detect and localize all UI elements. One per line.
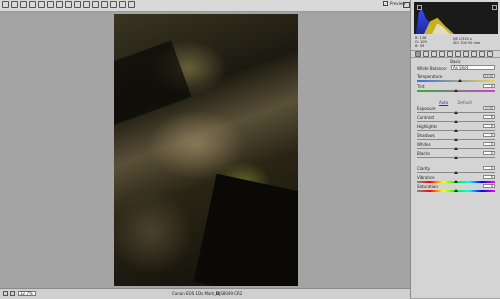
- tab-snapshots-icon[interactable]: [487, 51, 493, 57]
- rotate-cw-icon[interactable]: [128, 1, 135, 8]
- fullscreen-icon[interactable]: [403, 2, 410, 8]
- tool-icons: [2, 1, 135, 8]
- temperature-slider[interactable]: Temperature 5100: [417, 74, 495, 83]
- highlights-value[interactable]: 0: [483, 124, 495, 128]
- contrast-label: Contrast: [417, 115, 435, 120]
- vibrance-thumb[interactable]: [454, 180, 458, 183]
- contrast-value[interactable]: 0: [483, 115, 495, 119]
- exposure-value[interactable]: 0.00: [483, 106, 495, 110]
- tab-detail-icon[interactable]: [431, 51, 437, 57]
- zoom-in-button[interactable]: [10, 291, 15, 296]
- temperature-value[interactable]: 5100: [483, 74, 495, 78]
- tab-camera-calibration-icon[interactable]: [471, 51, 477, 57]
- highlights-thumb[interactable]: [454, 129, 458, 132]
- temperature-label: Temperature: [417, 74, 443, 79]
- adjustments-panel: R: 138 G: 109 B: 59 f/8 1/320 s ISO 100 …: [410, 0, 500, 298]
- tab-basic-icon[interactable]: [415, 51, 421, 57]
- highlight-clipping-icon[interactable]: [492, 5, 497, 10]
- hand-icon[interactable]: [11, 1, 18, 8]
- vibrance-label: Vibrance: [417, 175, 435, 180]
- temperature-track[interactable]: [417, 80, 495, 82]
- rotate-ccw-icon[interactable]: [119, 1, 126, 8]
- shadows-thumb[interactable]: [454, 138, 458, 141]
- saturation-slider[interactable]: Saturation 0: [417, 184, 495, 193]
- histogram: [414, 2, 498, 34]
- rgb-readout: R: 138 G: 109 B: 59 f/8 1/320 s ISO 100 …: [415, 36, 497, 48]
- contrast-thumb[interactable]: [454, 120, 458, 123]
- b-value: B: 59: [415, 44, 425, 48]
- whites-label: Whites: [417, 142, 431, 147]
- file-name: _DJS8049.CR2: [214, 291, 243, 296]
- camera-model: Canon EOS 1Ds Mark III: [172, 291, 220, 296]
- blacks-slider[interactable]: Blacks 0: [417, 151, 495, 160]
- zoom-level-select[interactable]: 32.7%: [18, 291, 36, 296]
- crop-icon[interactable]: [47, 1, 54, 8]
- white-balance-label: White Balance:: [417, 66, 448, 71]
- shadow-clipping-icon[interactable]: [417, 5, 422, 10]
- tint-thumb[interactable]: [454, 89, 458, 92]
- color-sampler-icon[interactable]: [29, 1, 36, 8]
- status-bar: 32.7% Canon EOS 1Ds Mark III _DJS8049.CR…: [0, 288, 410, 299]
- shadows-slider[interactable]: Shadows 0: [417, 133, 495, 142]
- saturation-label: Saturation: [417, 184, 438, 189]
- auto-default-links: Auto Default: [411, 100, 500, 105]
- shadows-value[interactable]: 0: [483, 133, 495, 137]
- blacks-label: Blacks: [417, 151, 430, 156]
- preview-image[interactable]: [114, 14, 298, 286]
- temperature-thumb[interactable]: [457, 79, 462, 82]
- tab-tone-curve-icon[interactable]: [423, 51, 429, 57]
- clarity-value[interactable]: 0: [483, 166, 495, 170]
- clarity-thumb[interactable]: [454, 171, 458, 174]
- tint-label: Tint: [417, 84, 425, 89]
- auto-button[interactable]: Auto: [439, 100, 448, 105]
- tab-lens-icon[interactable]: [455, 51, 461, 57]
- straighten-icon[interactable]: [56, 1, 63, 8]
- zoom-out-button[interactable]: [3, 291, 8, 296]
- tab-effects-icon[interactable]: [463, 51, 469, 57]
- exposure-thumb[interactable]: [454, 111, 458, 114]
- clarity-slider[interactable]: Clarity 0: [417, 166, 495, 175]
- tint-slider[interactable]: Tint 0: [417, 84, 495, 93]
- red-eye-icon[interactable]: [74, 1, 81, 8]
- tab-hsl-icon[interactable]: [439, 51, 445, 57]
- target-adjust-icon[interactable]: [38, 1, 45, 8]
- highlights-label: Highlights: [417, 124, 438, 129]
- section-title: Basic: [450, 59, 461, 64]
- preview-checkbox[interactable]: ✓: [383, 1, 388, 6]
- contrast-slider[interactable]: Contrast 0: [417, 115, 495, 124]
- adjustment-brush-icon[interactable]: [83, 1, 90, 8]
- graduated-filter-icon[interactable]: [92, 1, 99, 8]
- saturation-thumb[interactable]: [454, 189, 458, 192]
- rgb-values: R: 138 G: 109 B: 59: [415, 36, 427, 48]
- exposure-slider[interactable]: Exposure 0.00: [417, 106, 495, 115]
- white-balance-select[interactable]: As Shot: [451, 65, 495, 70]
- blacks-value[interactable]: 0: [483, 151, 495, 155]
- clarity-label: Clarity: [417, 166, 431, 171]
- spot-removal-icon[interactable]: [65, 1, 72, 8]
- white-balance-icon[interactable]: [20, 1, 27, 8]
- default-button[interactable]: Default: [457, 100, 472, 105]
- vibrance-slider[interactable]: Vibrance 0: [417, 175, 495, 184]
- radial-filter-icon[interactable]: [101, 1, 108, 8]
- blacks-thumb[interactable]: [454, 156, 458, 159]
- tab-split-toning-icon[interactable]: [447, 51, 453, 57]
- whites-slider[interactable]: Whites 0: [417, 142, 495, 151]
- vibrance-value[interactable]: 0: [483, 175, 495, 179]
- exposure-label: Exposure: [417, 106, 436, 111]
- image-shadow-region: [193, 173, 298, 286]
- highlights-slider[interactable]: Highlights 0: [417, 124, 495, 133]
- preferences-icon[interactable]: [110, 1, 117, 8]
- exif-iso-focal: ISO 100 50 mm: [453, 41, 481, 45]
- shadows-label: Shadows: [417, 133, 435, 138]
- whites-value[interactable]: 0: [483, 142, 495, 146]
- saturation-value[interactable]: 0: [483, 184, 495, 188]
- zoom-icon[interactable]: [2, 1, 9, 8]
- panel-tabs: [411, 50, 500, 58]
- tint-value[interactable]: 0: [483, 84, 495, 88]
- whites-thumb[interactable]: [454, 147, 458, 150]
- tab-presets-icon[interactable]: [479, 51, 485, 57]
- image-shadow-region: [114, 40, 192, 128]
